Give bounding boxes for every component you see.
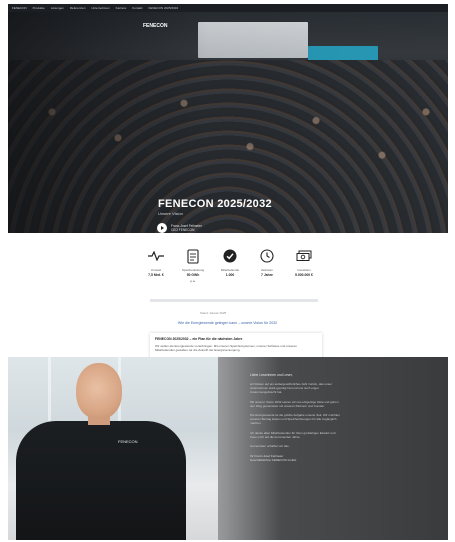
stat-item: Zeitraum 7 Jahre [251, 248, 283, 288]
portrait-head [76, 363, 122, 419]
vision-link[interactable]: Wie die Energiewende gelingen kann – uns… [0, 321, 455, 325]
stat-item: Mitarbeitende 1.000 [214, 248, 246, 288]
hero-logo: FENECON [143, 23, 168, 29]
nav-item[interactable]: Karriere [116, 6, 127, 10]
nav-item[interactable]: FENECON 2025/2032 [148, 6, 178, 10]
signature-role: Geschäftsführer FENECON GmbH [250, 458, 297, 463]
stats-row: Umsatz 7,5 Mrd. € Speicherleistung 50 GW… [140, 248, 320, 288]
info-card-text: Wir wollen die Energiewende voranbringen… [155, 344, 297, 353]
stat-value: 50 GWh [186, 273, 200, 277]
hero-section: FENECON FENECON 2025/2032 Unsere Vision … [8, 12, 448, 233]
stat-label: Umsatz [150, 268, 162, 272]
nav-item[interactable]: FENECON [12, 6, 27, 10]
section-divider [150, 299, 318, 302]
nav-item[interactable]: Produkte [33, 6, 45, 10]
stat-item: Umsatz 7,5 Mrd. € [140, 248, 172, 288]
info-card-title: FENECON 2025/2032 – ein Plan für die näc… [155, 337, 243, 341]
letter-paragraph: Gemeinsam schaffen wir das. [250, 444, 290, 449]
letter-heading: Liebe Leserinnen und Leser, [250, 373, 293, 377]
letter-paragraph: wir blicken auf ein außergewöhnliches Ja… [250, 382, 332, 395]
activity-pulse-icon [148, 248, 164, 264]
play-button[interactable] [157, 223, 167, 233]
letter-paragraph: Die Energiewende ist die größte Aufgabe … [250, 413, 340, 426]
nav-item[interactable]: Kontakt [132, 6, 142, 10]
stat-label: Mitarbeitende [220, 268, 240, 272]
stat-label: Zeitraum [261, 268, 273, 272]
stat-item: Investition 5.000.000 € [288, 248, 320, 288]
portrait-body [16, 421, 186, 540]
stat-label: Investition [297, 268, 311, 272]
stat-value: 7,5 Mrd. € [148, 273, 164, 277]
ceo-letter: Liebe Leserinnen und Leser, wir blicken … [250, 373, 340, 462]
stat-label: Speicherleistung [181, 268, 205, 272]
hero-credit-role: CEO FENECON [171, 228, 195, 232]
hero-title: FENECON 2025/2032 [158, 198, 272, 210]
stat-extra: p.a. [190, 279, 196, 283]
stat-value: 1.000 [225, 273, 235, 277]
nav-item[interactable]: Referenzen [70, 6, 86, 10]
play-icon [161, 226, 164, 230]
letter-signature: Ihr Franz-Josef Feilmeier Geschäftsführe… [250, 454, 340, 462]
check-circle-icon [222, 248, 238, 264]
document-icon [185, 248, 201, 264]
hero-credit: Franz-Josef Feilmeier CEO FENECON [171, 224, 202, 232]
ceo-letter-section: FENECON Liebe Leserinnen und Leser, wir … [8, 357, 448, 540]
clock-icon [259, 248, 275, 264]
banknote-icon [296, 248, 312, 264]
shirt-logo: FENECON [118, 439, 138, 444]
stat-value: 5.000.000 € [295, 273, 313, 277]
hero-subtitle: Unsere Vision [158, 211, 183, 216]
letter-paragraph: Ich danke allen Mitarbeitenden für ihren… [250, 430, 336, 439]
letter-paragraph: Mit unserer Vision 2032 setzen wir uns e… [250, 399, 339, 408]
nav-item[interactable]: Unternehmen [91, 6, 109, 10]
nav-item[interactable]: Lösungen [51, 6, 64, 10]
stat-item: Speicherleistung 50 GWh p.a. [177, 248, 209, 288]
section-caption: Stand: Januar 2025 [200, 311, 227, 315]
stat-value: 7 Jahre [261, 273, 273, 277]
top-navigation-bar: FENECON Produkte Lösungen Referenzen Unt… [8, 4, 448, 12]
